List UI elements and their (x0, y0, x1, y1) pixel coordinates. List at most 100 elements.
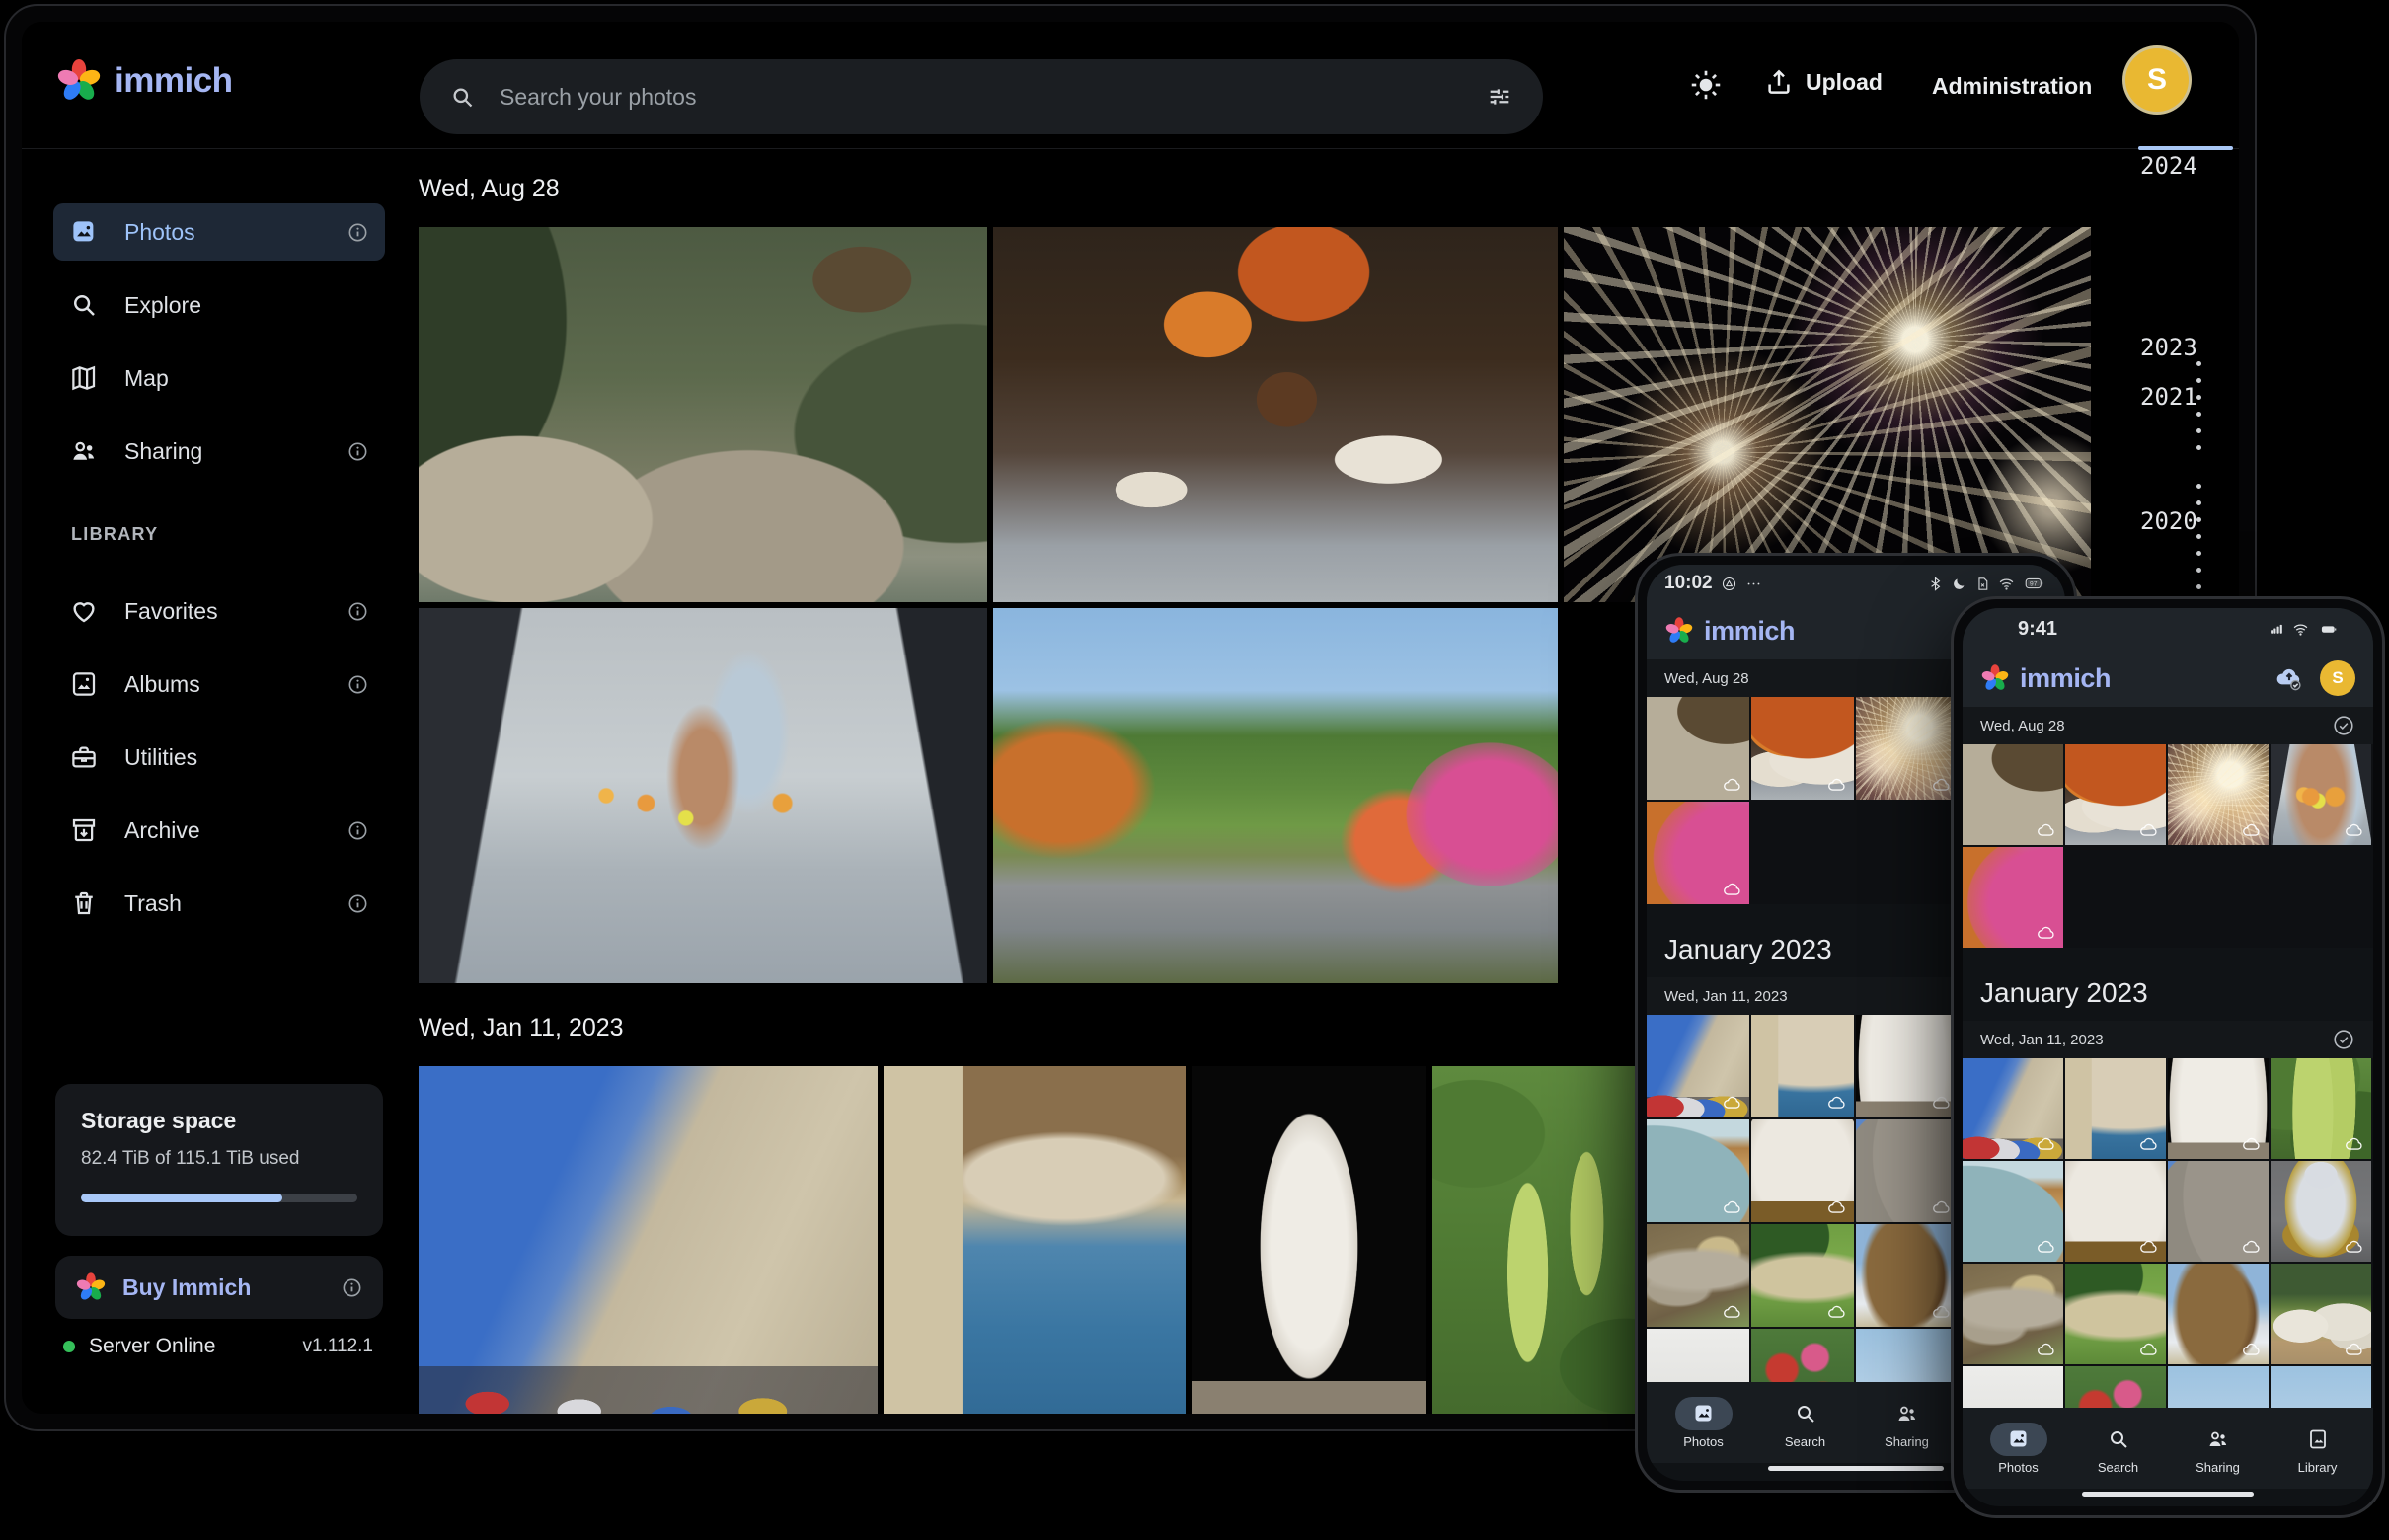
photo-blue-sky[interactable] (1856, 1329, 1959, 1382)
upload-label: Upload (1806, 69, 1883, 96)
nav-tab-photos[interactable]: Photos (1675, 1397, 1733, 1449)
photo-snow-village[interactable] (1856, 1224, 1959, 1327)
select-all-check-icon[interactable] (2332, 1028, 2355, 1051)
phone2-month-header: January 2023 (1963, 948, 2373, 1021)
photo-fortress-walls[interactable] (1963, 1058, 2063, 1159)
photo-autumn-dinner[interactable] (2065, 744, 2166, 845)
nav-tab-label: Search (2098, 1460, 2138, 1475)
photo-fortress-walls[interactable] (419, 1066, 878, 1414)
timeline-year-2020[interactable]: 2020 (2140, 507, 2235, 535)
photo-autumn-road[interactable] (1963, 847, 2063, 948)
photo-snow-village[interactable] (2168, 1264, 2269, 1364)
photo-blue-sky[interactable] (2271, 1366, 2371, 1408)
search-bar[interactable] (420, 59, 1543, 134)
photo-sea-grapes[interactable] (2271, 1058, 2371, 1159)
photo-ornate-trophy[interactable] (2271, 1161, 2371, 1262)
user-avatar[interactable]: S (2320, 660, 2355, 696)
nav-tab-sharing[interactable]: Sharing (2190, 1423, 2247, 1475)
info-icon[interactable] (347, 819, 369, 842)
photo-fireworks[interactable] (1564, 227, 2091, 602)
no-sim-icon (1974, 576, 1991, 592)
search-icon (1794, 1402, 1817, 1425)
photo-marble-bust[interactable] (2168, 1058, 2269, 1159)
photo-red-flowers[interactable] (2065, 1366, 2166, 1408)
nav-tab-photos[interactable]: Photos (1990, 1423, 2047, 1475)
sidebar-item-favorites[interactable]: Favorites (53, 582, 385, 640)
photo-autumn-dinner[interactable] (1751, 697, 1854, 800)
photo-autumn-road[interactable] (993, 608, 1558, 983)
photo-marble-bust[interactable] (1192, 1066, 1426, 1414)
photo-coastal-fort[interactable] (1751, 1015, 1854, 1117)
photo-lizard-ground[interactable] (1963, 1264, 2063, 1364)
phone2-home-indicator[interactable] (1963, 1489, 2373, 1506)
info-icon[interactable] (347, 221, 369, 244)
search-input[interactable] (498, 83, 1464, 112)
nav-tab-library[interactable]: Library (2289, 1423, 2347, 1475)
nav-tab-search[interactable]: Search (1777, 1397, 1834, 1449)
upload-button[interactable]: Upload (1764, 67, 1883, 97)
sidebar-item-sharing[interactable]: Sharing (53, 423, 385, 480)
photo-autumn-road[interactable] (1647, 802, 1749, 904)
timeline-year-2024[interactable]: 2024 (2140, 152, 2235, 180)
photo-alpine-farm[interactable] (2271, 1264, 2371, 1364)
sidebar-item-label: Trash (124, 890, 182, 917)
info-icon[interactable] (347, 673, 369, 696)
photo-white-wall[interactable] (1963, 1366, 2063, 1408)
select-all-check-icon[interactable] (2332, 714, 2355, 737)
sidebar-item-albums[interactable]: Albums (53, 655, 385, 713)
timeline-year-2023[interactable]: 2023 (2140, 334, 2235, 361)
screenshot-stage: immich Upload Administration S (0, 0, 2389, 1540)
photo-coastal-fort[interactable] (2065, 1058, 2166, 1159)
sidebar-item-label: Favorites (124, 598, 218, 625)
photo-zoo-monkeys[interactable] (1647, 697, 1749, 800)
timeline-year-2021[interactable]: 2021 (2140, 383, 2235, 411)
photo-autumn-dinner[interactable] (993, 227, 1558, 602)
sidebar-item-photos[interactable]: Photos (53, 203, 385, 261)
photo-sea-grapes[interactable] (1432, 1066, 1659, 1414)
photo-beach-cliff[interactable] (1963, 1161, 2063, 1262)
photo-coastal-fort[interactable] (884, 1066, 1186, 1414)
photo-holding-hands[interactable] (2271, 744, 2371, 845)
photo-lizard-ground[interactable] (1647, 1224, 1749, 1327)
info-icon[interactable] (347, 600, 369, 623)
administration-link[interactable]: Administration (1932, 73, 2092, 100)
nav-tab-label: Sharing (1885, 1434, 1929, 1449)
photo-zoo-monkeys[interactable] (1963, 744, 2063, 845)
brand-wordmark: immich (1704, 616, 1795, 647)
buy-immich-button[interactable]: Buy Immich (55, 1256, 383, 1319)
date-label: Wed, Aug 28 (1980, 718, 2065, 734)
photo-lizard-moss[interactable] (1751, 1224, 1854, 1327)
sidebar-item-archive[interactable]: Archive (53, 802, 385, 859)
photo-castle-ruins[interactable] (1856, 1119, 1959, 1222)
info-icon[interactable] (347, 440, 369, 463)
photo-holding-hands[interactable] (419, 608, 987, 983)
photo-white-wall[interactable] (1647, 1329, 1749, 1382)
photo-fireworks[interactable] (1856, 697, 1959, 800)
search-filters-icon[interactable] (1486, 83, 1513, 111)
cloud-icon (2036, 819, 2057, 841)
photo-lizard-moss[interactable] (2065, 1264, 2166, 1364)
photo-castle-ruins[interactable] (2168, 1161, 2269, 1262)
photo-red-flowers[interactable] (1751, 1329, 1854, 1382)
theme-toggle-sun-icon[interactable] (1688, 67, 1724, 103)
sidebar-item-map[interactable]: Map (53, 349, 385, 407)
photo-marble-face[interactable] (2065, 1161, 2166, 1262)
backup-cloud-icon[interactable] (2271, 661, 2308, 695)
photo-beach-cliff[interactable] (1647, 1119, 1749, 1222)
photo-fortress-walls[interactable] (1647, 1015, 1749, 1117)
photo-zoo-monkeys[interactable] (419, 227, 987, 602)
nav-tab-search[interactable]: Search (2090, 1423, 2147, 1475)
photo-blue-sky[interactable] (2168, 1366, 2269, 1408)
nav-tab-sharing[interactable]: Sharing (1879, 1397, 1936, 1449)
photo-fireworks[interactable] (2168, 744, 2269, 845)
immich-logo[interactable]: immich (55, 57, 233, 105)
sidebar-item-utilities[interactable]: Utilities (53, 729, 385, 786)
photo-marble-bust[interactable] (1856, 1015, 1959, 1117)
archive-icon (69, 815, 99, 845)
info-icon[interactable] (341, 1276, 363, 1299)
info-icon[interactable] (347, 892, 369, 915)
photo-marble-face[interactable] (1751, 1119, 1854, 1222)
sidebar-item-trash[interactable]: Trash (53, 875, 385, 932)
phone1-clock: 10:02 (1664, 573, 1713, 594)
sidebar-item-explore[interactable]: Explore (53, 276, 385, 334)
